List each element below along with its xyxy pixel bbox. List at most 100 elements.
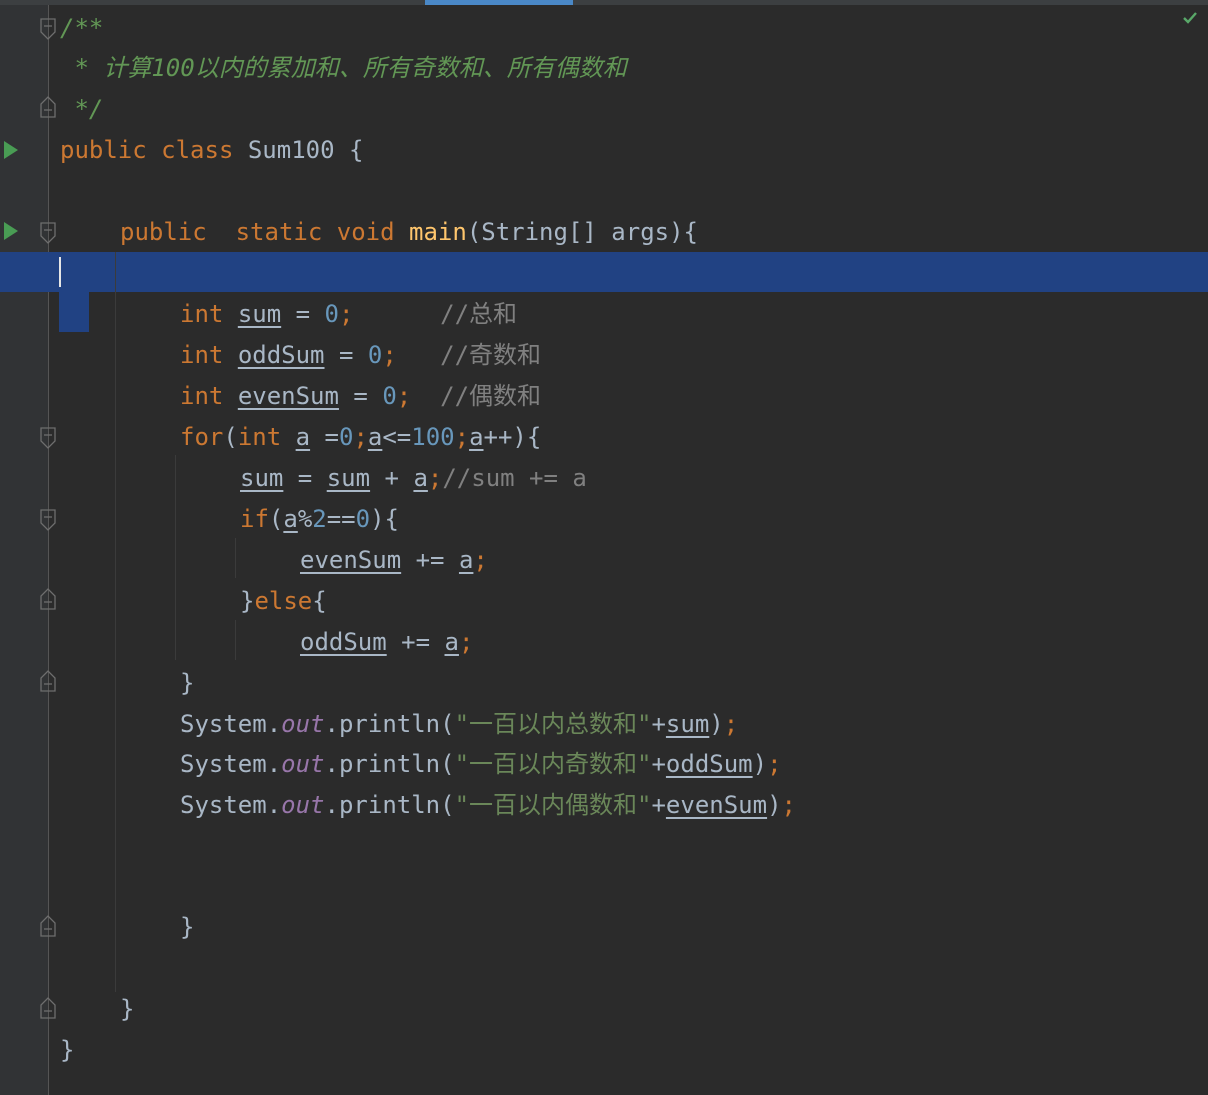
class-name-token: System — [180, 791, 267, 819]
number-token: 0 — [355, 505, 371, 533]
keyword-token: if — [240, 505, 269, 533]
keyword-token: public — [120, 218, 207, 246]
keyword-token: void — [336, 218, 395, 246]
variable-token: sum — [665, 710, 710, 738]
variable-token: oddSum — [237, 341, 325, 369]
semicolon-token: ; — [338, 300, 354, 328]
semicolon-token: ; — [723, 710, 739, 738]
fold-close-icon[interactable] — [40, 670, 56, 696]
run-class-icon[interactable] — [2, 139, 20, 165]
current-line-highlight — [0, 252, 1208, 292]
fold-close-icon[interactable] — [40, 96, 56, 122]
variable-token: sum — [326, 464, 371, 492]
brace-token: { — [312, 587, 327, 615]
code-line-print-sum[interactable]: System.out.println("一百以内总数和"+sum); — [180, 704, 738, 745]
number-token: 2 — [312, 505, 327, 533]
code-line-main-close[interactable]: } — [180, 907, 194, 948]
variable-token: evenSum — [237, 382, 339, 410]
fold-close-icon[interactable] — [40, 588, 56, 614]
code-line-sum-decl[interactable]: int sum = 0; //总和 — [180, 294, 517, 335]
params-token: (String[] args){ — [466, 218, 698, 246]
paren-token: ) — [752, 750, 768, 778]
indent-guide — [235, 538, 236, 578]
number-token: 0 — [367, 341, 383, 369]
number-token: 100 — [411, 423, 455, 451]
code-line-print-even[interactable]: System.out.println("一百以内偶数和"+evenSum); — [180, 785, 796, 826]
variable-token: evenSum — [665, 791, 768, 819]
operator-token: = — [338, 382, 383, 410]
code-line-evensum-decl[interactable]: int evenSum = 0; //偶数和 — [180, 376, 541, 417]
comment-token: //奇数和 — [440, 341, 542, 369]
code-line-doc-close[interactable]: */ — [60, 89, 103, 130]
variable-token: a — [295, 423, 311, 451]
text-caret — [59, 257, 61, 287]
operator-token: = — [283, 464, 327, 492]
operator-token: . — [266, 750, 282, 778]
method-call-token: .println( — [324, 791, 455, 819]
code-line-for-loop[interactable]: for(int a =0;a<=100;a++){ — [180, 417, 541, 458]
operator-token: = — [281, 300, 325, 328]
code-line-main-declaration[interactable]: public static void main(String[] args){ — [120, 212, 698, 253]
fold-open-icon[interactable] — [40, 18, 56, 44]
semicolon-token: ; — [781, 791, 796, 819]
operator-token: = — [324, 341, 368, 369]
comment-token: //sum += a — [442, 464, 587, 492]
code-line-even-add[interactable]: evenSum += a; — [300, 540, 488, 581]
operator-token: + — [370, 464, 414, 492]
code-line-sum-accumulate[interactable]: sum = sum + a;//sum += a — [240, 458, 587, 499]
class-name-token: System — [180, 750, 267, 778]
code-line-odd-add[interactable]: oddSum += a; — [300, 622, 473, 663]
fold-close-icon[interactable] — [40, 915, 56, 941]
code-line-method-close[interactable]: } — [120, 989, 134, 1030]
code-line-for-close[interactable]: } — [180, 663, 194, 704]
keyword-token: else — [254, 587, 313, 615]
string-token: "一百以内偶数和" — [454, 791, 652, 819]
code-line-oddsum-decl[interactable]: int oddSum = 0; //奇数和 — [180, 335, 541, 376]
variable-token: sum — [237, 300, 282, 328]
string-token: "一百以内总数和" — [454, 710, 652, 738]
keyword-token: int — [180, 382, 224, 410]
semicolon-token: ; — [473, 546, 488, 574]
code-line-doc-description[interactable]: * 计算100以内的累加和、所有奇数和、所有偶数和 — [60, 48, 626, 89]
number-token: 0 — [338, 423, 354, 451]
fold-open-icon[interactable] — [40, 427, 56, 453]
string-token: "一百以内奇数和" — [454, 750, 652, 778]
operator-token: + — [651, 710, 666, 738]
class-name-token: Sum100 — [247, 136, 335, 164]
paren-token: ) — [767, 791, 782, 819]
code-line-class-close[interactable]: } — [60, 1030, 74, 1071]
code-editor[interactable]: /** * 计算100以内的累加和、所有奇数和、所有偶数和 */ public … — [0, 0, 1208, 1095]
variable-token: a — [367, 423, 383, 451]
code-line-if-even[interactable]: if(a%2==0){ — [240, 499, 399, 540]
paren-token: ( — [223, 423, 238, 451]
operator-token: + — [651, 791, 666, 819]
comment-token: //总和 — [440, 300, 518, 328]
keyword-token: int — [180, 341, 224, 369]
paren-token: ) — [709, 710, 724, 738]
paren-token: ( — [268, 505, 284, 533]
code-line-class-declaration[interactable]: public class Sum100 { — [60, 130, 363, 171]
number-token: 0 — [324, 300, 339, 328]
code-line-else[interactable]: }else{ — [240, 581, 327, 622]
keyword-token: int — [237, 423, 282, 451]
keyword-token: int — [180, 300, 224, 328]
inspection-ok-check-icon[interactable] — [1182, 10, 1198, 29]
code-line-doc-open[interactable]: /** — [60, 8, 103, 49]
operator-token: ++){ — [483, 423, 542, 451]
variable-token: oddSum — [665, 750, 753, 778]
operator-token: = — [310, 423, 339, 451]
fold-close-icon[interactable] — [40, 997, 56, 1023]
code-line-print-odd[interactable]: System.out.println("一百以内奇数和"+oddSum); — [180, 744, 782, 785]
fold-open-icon[interactable] — [40, 509, 56, 535]
variable-token: a — [458, 546, 474, 574]
keyword-token: class — [161, 136, 234, 164]
method-call-token: .println( — [324, 710, 455, 738]
operator-token: <= — [382, 423, 412, 451]
operator-token: . — [266, 710, 282, 738]
run-main-icon[interactable] — [2, 220, 20, 246]
fold-open-icon[interactable] — [40, 222, 56, 248]
active-tab-indicator[interactable] — [425, 0, 573, 5]
method-name-token: main — [409, 218, 467, 246]
variable-token: oddSum — [300, 628, 387, 656]
editor-tab-bar — [0, 0, 1208, 5]
